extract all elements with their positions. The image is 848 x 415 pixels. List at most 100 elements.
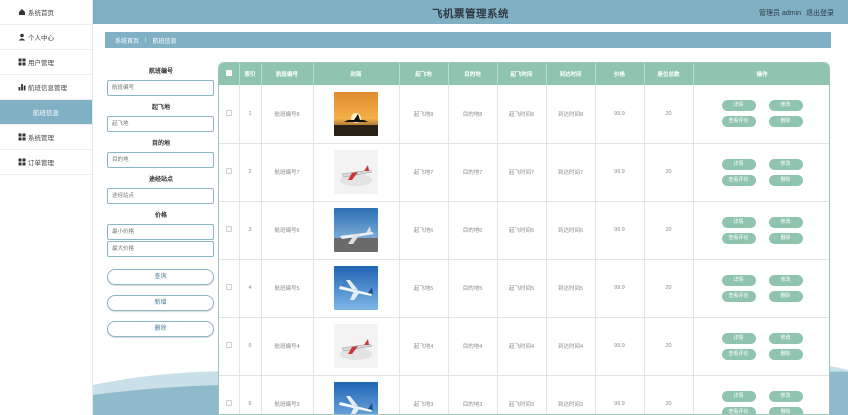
review-button[interactable]: 查看评论 — [721, 406, 756, 414]
min-price-input[interactable] — [107, 224, 214, 240]
header-origin: 起飞地 — [399, 63, 449, 85]
row-actions: 详情 修改 查看评论 删除 — [694, 274, 830, 302]
detail-button[interactable]: 详情 — [721, 274, 756, 286]
review-button[interactable]: 查看评论 — [721, 116, 756, 128]
flight-no-input[interactable] — [107, 80, 214, 96]
edit-button[interactable]: 修改 — [768, 274, 803, 286]
row-delete-button[interactable]: 删除 — [768, 348, 803, 360]
delete-button[interactable]: 删除 — [107, 321, 214, 337]
detail-button[interactable]: 详情 — [721, 390, 756, 402]
edit-button[interactable]: 修改 — [768, 158, 803, 170]
sidebar-item-label: 航班信息管理 — [28, 85, 67, 92]
row-delete-button[interactable]: 删除 — [768, 290, 803, 302]
table-row: 3 航班编号6 起飞地6 目的地6 起飞时间6 到达时间6 99.9 20 详情 修改 查看评论 删除 — [219, 201, 830, 260]
cover-cell — [313, 317, 400, 376]
review-button[interactable]: 查看评论 — [721, 232, 756, 244]
sidebar-item-system[interactable]: 系统管理 — [0, 125, 92, 150]
review-button[interactable]: 查看评论 — [721, 290, 756, 302]
select-all-checkbox[interactable] — [225, 70, 232, 76]
price-cell: 99.9 — [595, 259, 645, 318]
header-price: 价格 — [595, 63, 645, 85]
row-delete-button[interactable]: 删除 — [768, 232, 803, 244]
row-select-cell[interactable] — [219, 143, 240, 202]
dest-cell: 目的地8 — [448, 85, 498, 144]
logout-link[interactable]: 退出登录 — [806, 10, 834, 17]
header-flight-no: 航班编号 — [261, 63, 314, 85]
row-select-cell[interactable] — [219, 85, 240, 144]
origin-label: 起飞地 — [151, 105, 170, 111]
row-select-cell[interactable] — [219, 259, 240, 318]
breadcrumb: 系统首页 | 航班信息 — [105, 32, 831, 48]
header-select-all[interactable] — [219, 63, 240, 85]
sidebar-item-home[interactable]: 系统首页 — [0, 0, 92, 25]
row-delete-button[interactable]: 删除 — [768, 116, 803, 128]
origin-cell: 起飞地4 — [399, 317, 449, 376]
row-actions: 详情 修改 查看评论 删除 — [694, 332, 830, 360]
review-button[interactable]: 查看评论 — [721, 174, 756, 186]
detail-button[interactable]: 详情 — [721, 216, 756, 228]
sidebar-item-profile[interactable]: 个人中心 — [0, 25, 92, 50]
cover-cell — [313, 259, 400, 318]
edit-button[interactable]: 修改 — [768, 390, 803, 402]
review-button[interactable]: 查看评论 — [721, 348, 756, 360]
breadcrumb-home[interactable]: 系统首页 — [115, 36, 139, 45]
grid-icon — [18, 158, 26, 166]
dest-label: 目的地 — [151, 141, 170, 147]
price-label: 价格 — [154, 213, 167, 219]
row-select-cell[interactable] — [219, 375, 240, 414]
dest-input[interactable] — [107, 152, 214, 168]
sidebar-item-label: 用户管理 — [28, 60, 54, 67]
row-select-cell[interactable] — [219, 317, 240, 376]
edit-button[interactable]: 修改 — [768, 100, 803, 112]
ops-cell: 详情 修改查看评论 删除 — [693, 375, 829, 414]
sidebar-item-flight-manage[interactable]: 航班信息管理 — [0, 75, 92, 100]
row-delete-button[interactable]: 删除 — [768, 174, 803, 186]
seats-cell: 20 — [644, 375, 694, 414]
stop-input[interactable] — [107, 188, 214, 204]
row-checkbox[interactable] — [225, 109, 232, 116]
grid-icon — [18, 58, 26, 66]
price-cell: 99.9 — [595, 317, 645, 376]
row-checkbox[interactable] — [225, 400, 232, 406]
add-button[interactable]: 新增 — [107, 295, 214, 311]
row-checkbox[interactable] — [225, 226, 232, 232]
arrive-cell: 到达时间5 — [546, 259, 596, 318]
detail-button[interactable]: 详情 — [721, 100, 756, 112]
table-row: 6 航班编号3 起飞地3 目的地3 起飞时间3 到达时间3 99.9 20 详情 修改 查看评论 删除 — [219, 375, 829, 414]
cover-cell — [313, 201, 400, 260]
row-checkbox[interactable] — [225, 284, 232, 290]
cover-cell — [313, 143, 400, 202]
index-cell: 3 — [239, 201, 262, 260]
edit-button[interactable]: 修改 — [768, 216, 803, 228]
origin-input[interactable] — [107, 116, 214, 132]
header-depart: 起飞时间 — [497, 63, 547, 85]
table-row: 5 航班编号4 起飞地4 目的地4 起飞时间4 到达时间4 99.9 20 详情 修改 查看评论 删除 — [219, 317, 830, 376]
arrive-cell: 到达时间4 — [546, 317, 596, 376]
table-body: 1 航班编号8 起飞地8 目的地8 起飞时间8 到达时间8 99.9 20 详情 修改 查看评论 删除… — [219, 85, 830, 414]
arrive-cell: 到达时间7 — [546, 143, 596, 202]
breadcrumb-separator: | — [145, 37, 147, 43]
row-select-cell[interactable] — [219, 201, 240, 260]
arrive-cell: 到达时间3 — [546, 375, 596, 414]
depart-cell: 起飞时间6 — [497, 201, 547, 260]
max-price-input[interactable] — [107, 241, 214, 257]
flight-no-label: 航班编号 — [148, 69, 173, 75]
table-row: 1 航班编号8 起飞地8 目的地8 起飞时间8 到达时间8 99.9 20 详情 修改 查看评论 删除 — [219, 85, 829, 144]
edit-button[interactable]: 修改 — [768, 332, 803, 344]
sidebar-item-flight-info[interactable]: 航班信息 — [0, 100, 92, 125]
row-delete-button[interactable]: 删除 — [768, 406, 803, 414]
sidebar-item-users[interactable]: 用户管理 — [0, 50, 92, 75]
row-actions: 详情 修改 查看评论 删除 — [694, 216, 830, 244]
detail-button[interactable]: 详情 — [721, 158, 756, 170]
detail-button[interactable]: 详情 — [721, 332, 756, 344]
search-button[interactable]: 查询 — [107, 269, 214, 285]
row-checkbox[interactable] — [225, 342, 232, 348]
filter-panel: 航班编号 起飞地 目的地 途经站点 价格 查询 新增 删除 — [107, 66, 215, 347]
sidebar-item-label: 系统管理 — [28, 135, 54, 142]
stop-label: 途经站点 — [148, 177, 173, 183]
row-checkbox[interactable] — [225, 168, 232, 174]
sidebar-item-label: 订单管理 — [28, 160, 54, 167]
sidebar-item-orders[interactable]: 订单管理 — [0, 150, 92, 175]
flight-table: 索引 航班编号 封面 起飞地 目的地 起飞时间 到达时间 价格 座位总数 操作 … — [218, 62, 830, 415]
app-title: 飞机票管理系统 — [432, 8, 509, 20]
